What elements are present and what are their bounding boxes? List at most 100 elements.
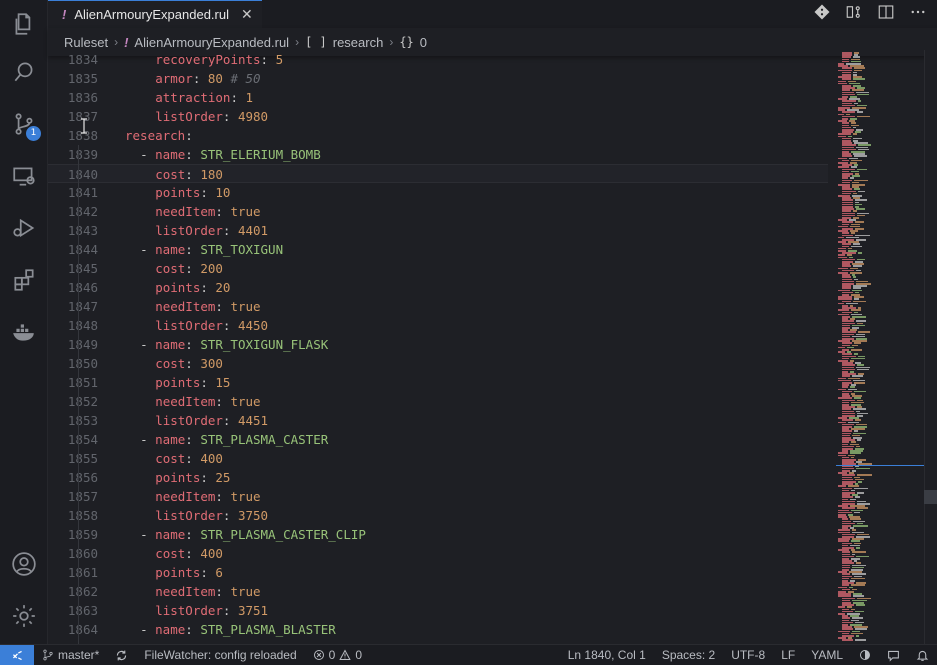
line-content: - name: STR_TOXIGUN (140, 242, 284, 257)
line-content: cost: 400 (155, 546, 223, 561)
code-line[interactable]: 1855 cost: 400 (48, 449, 828, 468)
remote-explorer-icon[interactable] (0, 152, 48, 200)
breadcrumb-item-index[interactable]: 0 (420, 35, 427, 50)
code-line[interactable]: 1856 points: 25 (48, 468, 828, 487)
remote-icon[interactable] (0, 644, 34, 665)
account-icon[interactable] (0, 540, 48, 588)
editor-actions (813, 0, 927, 28)
breadcrumb-separator: › (114, 35, 119, 49)
code-line[interactable]: 1851 points: 15 (48, 373, 828, 392)
sync-button[interactable] (107, 649, 136, 662)
tab-title: AlienArmouryExpanded.rul (74, 7, 229, 22)
code-line[interactable]: 1840 cost: 180 (48, 164, 828, 183)
line-content: listOrder: 4450 (155, 318, 269, 333)
files-icon[interactable] (0, 0, 48, 48)
git-icon[interactable] (813, 3, 831, 25)
eol-status[interactable]: LF (773, 648, 803, 662)
scrollbar-thumb[interactable] (924, 490, 937, 504)
encoding-status[interactable]: UTF-8 (723, 648, 773, 662)
code-line[interactable]: 1839 - name: STR_ELERIUM_BOMB (48, 145, 828, 164)
line-number: 1864 (67, 622, 98, 637)
code-line[interactable]: 1842 needItem: true (48, 202, 828, 221)
search-icon[interactable] (0, 48, 48, 96)
filewatcher-status[interactable]: FileWatcher: config reloaded (136, 648, 304, 662)
code-line[interactable]: 1848 listOrder: 4450 (48, 316, 828, 335)
line-number: 1851 (67, 375, 98, 390)
line-number: 1859 (67, 527, 98, 542)
breadcrumb-separator: › (295, 35, 300, 49)
minimap-line (855, 635, 860, 637)
indentation-status[interactable]: Spaces: 2 (654, 648, 723, 662)
code-line[interactable]: 1860 cost: 400 (48, 544, 828, 563)
notifications-bell-icon[interactable] (908, 649, 937, 662)
code-line[interactable]: 1859 - name: STR_PLASMA_CASTER_CLIP (48, 525, 828, 544)
code-line[interactable]: 1843 listOrder: 4401 (48, 221, 828, 240)
code-line[interactable]: 1836 attraction: 1 (48, 88, 828, 107)
feedback-icon[interactable] (879, 649, 908, 662)
line-number: 1860 (67, 546, 98, 561)
code-line[interactable]: 1858 listOrder: 3750 (48, 506, 828, 525)
line-content: - name: STR_ELERIUM_BOMB (140, 147, 321, 162)
line-number: 1847 (67, 299, 98, 314)
code-line[interactable]: 1863 listOrder: 3751 (48, 601, 828, 620)
compare-changes-icon[interactable] (845, 3, 863, 25)
code-line[interactable]: 1849 - name: STR_TOXIGUN_FLASK (48, 335, 828, 354)
code-line[interactable]: 1862 needItem: true (48, 582, 828, 601)
code-line[interactable]: 1852 needItem: true (48, 392, 828, 411)
code-line[interactable]: 1834 recoveryPoints: 5 (48, 50, 828, 69)
line-content: points: 15 (155, 375, 231, 390)
branch-status[interactable]: master* (34, 648, 107, 662)
settings-gear-icon[interactable] (0, 592, 48, 640)
code-line[interactable]: 1864 - name: STR_PLASMA_BLASTER (48, 620, 828, 639)
line-content: needItem: true (155, 299, 261, 314)
close-icon[interactable]: ✕ (241, 6, 253, 23)
line-content: armor: 80 # 50 (155, 71, 261, 86)
extensions-icon[interactable] (0, 256, 48, 304)
code-line[interactable]: 1861 points: 6 (48, 563, 828, 582)
line-number: 1842 (67, 204, 98, 219)
code-line[interactable]: 1846 points: 20 (48, 278, 828, 297)
minimap-line (854, 382, 866, 384)
code-line[interactable]: 1850 cost: 300 (48, 354, 828, 373)
code-line[interactable]: 1838 research: (48, 126, 828, 145)
breadcrumb-item-research[interactable]: research (333, 35, 384, 50)
minimap-line (856, 115, 870, 118)
cursor-position[interactable]: Ln 1840, Col 1 (560, 648, 654, 662)
color-theme-icon[interactable] (851, 649, 879, 661)
line-content: listOrder: 4980 (155, 109, 269, 124)
line-number: 1856 (67, 470, 98, 485)
minimap[interactable] (836, 50, 924, 644)
run-debug-icon[interactable] (0, 204, 48, 252)
breadcrumb-item-file[interactable]: AlienArmouryExpanded.rul (134, 35, 289, 50)
line-number: 1863 (67, 603, 98, 618)
code-editor[interactable]: 1834 recoveryPoints: 5 1835 armor: 80 # 50 1… (48, 50, 828, 644)
source-control-badge: 1 (26, 126, 41, 141)
minimap-line (853, 487, 869, 490)
line-number: 1841 (67, 185, 98, 200)
line-content: attraction: 1 (155, 90, 254, 105)
code-line[interactable]: 1857 needItem: true (48, 487, 828, 506)
vertical-scrollbar[interactable] (924, 50, 937, 644)
code-line[interactable]: 1837 listOrder: 4980 (48, 107, 828, 126)
minimap-line (855, 639, 866, 641)
problems-status[interactable]: 0 0 (305, 648, 370, 662)
code-line[interactable]: 1844 - name: STR_TOXIGUN (48, 240, 828, 259)
indent-guide (78, 145, 79, 644)
more-actions-icon[interactable] (909, 3, 927, 25)
split-editor-icon[interactable] (877, 3, 895, 25)
editor-tab[interactable]: ! AlienArmouryExpanded.rul ✕ (48, 0, 262, 28)
code-line[interactable]: 1853 listOrder: 4451 (48, 411, 828, 430)
code-line[interactable]: 1835 armor: 80 # 50 (48, 69, 828, 88)
code-line[interactable]: 1845 cost: 200 (48, 259, 828, 278)
line-number: 1839 (67, 147, 98, 162)
line-content: cost: 180 (155, 167, 223, 182)
breadcrumb-item-ruleset[interactable]: Ruleset (64, 35, 108, 50)
source-control-icon[interactable]: 1 (0, 100, 48, 148)
docker-icon[interactable] (0, 308, 48, 356)
code-line[interactable]: 1854 - name: STR_PLASMA_CASTER (48, 430, 828, 449)
code-line[interactable]: 1841 points: 10 (48, 183, 828, 202)
language-mode[interactable]: YAML (803, 648, 851, 662)
code-line[interactable]: 1847 needItem: true (48, 297, 828, 316)
minimap-line (857, 100, 861, 102)
line-content: points: 6 (155, 565, 223, 580)
